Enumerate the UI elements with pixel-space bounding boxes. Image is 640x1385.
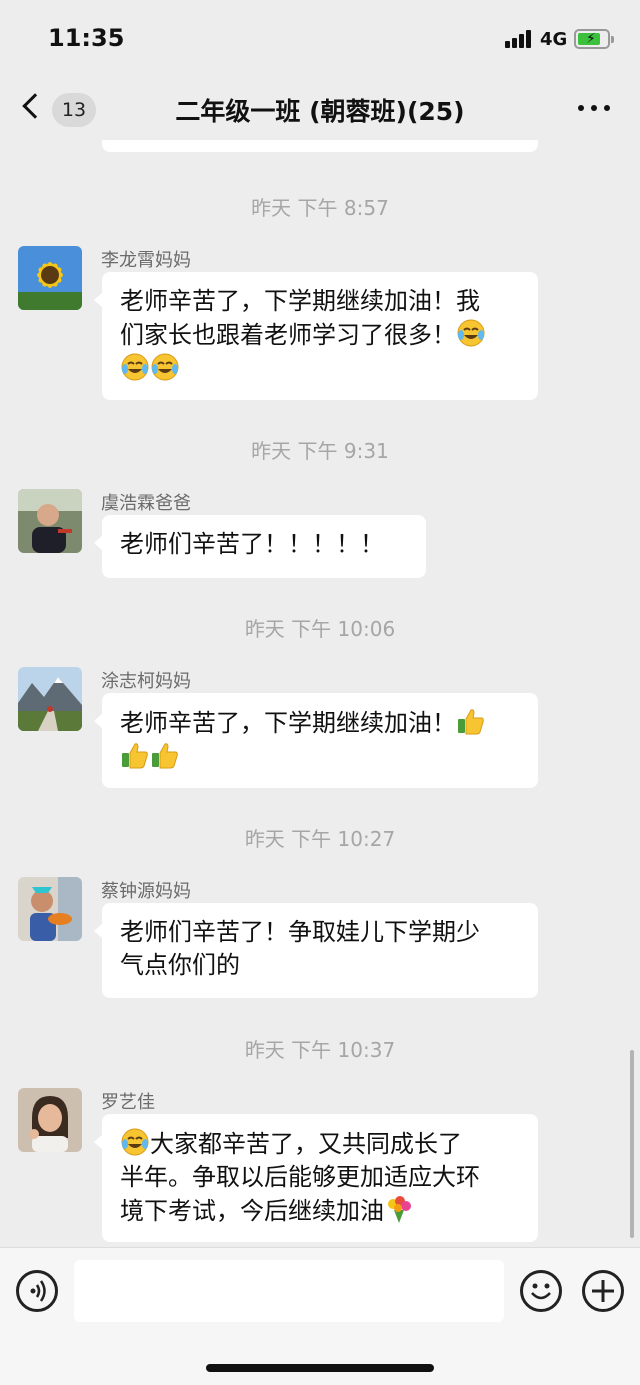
laugh-cry-emoji-icon (151, 353, 179, 381)
message-timestamp: 昨天 下午 10:37 (244, 1038, 396, 1062)
message-text-line: 们家长也跟着老师学习了很多！ (120, 321, 456, 349)
message-bubble[interactable]: 老师们辛苦了！争取娃儿下学期少 气点你们的 (94, 903, 538, 998)
message-text-line: 气点你们的 (120, 951, 240, 979)
laugh-cry-emoji-icon (121, 353, 149, 381)
message-text-line: 境下考试，今后继续加油 (120, 1197, 384, 1225)
message-timestamp: 昨天 下午 10:27 (244, 827, 396, 851)
home-indicator[interactable] (206, 1364, 434, 1372)
message-bubble[interactable]: 老师辛苦了，下学期继续加油！我 们家长也跟着老师学习了很多！ (94, 272, 538, 400)
more-actions-button[interactable] (582, 1270, 624, 1312)
message-timestamp: 昨天 下午 10:06 (244, 617, 396, 641)
message-text-line: 老师们辛苦了！争取娃儿下学期少 (120, 918, 480, 946)
sender-name: 李龙霄妈妈 (101, 250, 191, 271)
message-bubble[interactable]: 大家都辛苦了，又共同成长了 半年。争取以后能够更加适应大环 境下考试，今后继续加… (94, 1114, 538, 1242)
chat-header: 13 二年级一班 (朝蓉班)(25) (0, 78, 640, 140)
child-with-bowl-avatar[interactable] (18, 877, 82, 941)
sender-name: 涂志柯妈妈 (101, 671, 191, 692)
laugh-cry-emoji-icon (121, 1128, 149, 1156)
voice-input-button[interactable] (16, 1270, 58, 1312)
mountain-photo-avatar[interactable] (18, 667, 82, 731)
child-photo-avatar[interactable] (18, 489, 82, 553)
message-text-line: 老师们辛苦了！！！！！ (120, 530, 384, 558)
girl-photo-avatar[interactable] (18, 1088, 82, 1152)
smiley-icon (531, 1283, 551, 1300)
message-bubble[interactable]: 老师们辛苦了！！！！！ (94, 515, 426, 578)
sunflower-avatar[interactable] (18, 246, 82, 310)
sender-name: 虞浩霖爸爸 (101, 493, 191, 514)
previous-message-bubble (102, 140, 538, 152)
chat-message-list[interactable]: 昨天 下午 8:57 李龙霄妈妈 老师辛苦了，下学期继续加油！我 们家长也跟着老… (0, 140, 640, 1247)
message-text-line: 老师辛苦了，下学期继续加油！ (120, 709, 456, 737)
message-input-bar (0, 1247, 640, 1385)
message-timestamp: 昨天 下午 9:31 (251, 439, 389, 463)
laugh-cry-emoji-icon (457, 319, 485, 347)
bouquet-emoji-icon (388, 1196, 411, 1223)
thumbs-up-emoji-icon (458, 709, 484, 735)
thumbs-up-emoji-icon (152, 743, 178, 769)
chat-title: 二年级一班 (朝蓉班)(25) (175, 97, 465, 126)
more-options-button[interactable] (578, 100, 614, 114)
emoji-picker-button[interactable] (520, 1270, 562, 1312)
battery-charging-icon: ⚡ (574, 29, 614, 49)
message-text-line: 半年。争取以后能够更加适应大环 (120, 1163, 480, 1191)
voice-wave-icon (30, 1280, 46, 1302)
message-bubble[interactable]: 老师辛苦了，下学期继续加油！ (94, 693, 538, 788)
thumbs-up-emoji-icon (122, 743, 148, 769)
message-timestamp: 昨天 下午 8:57 (251, 196, 389, 220)
plus-icon (592, 1280, 614, 1302)
message-input[interactable] (74, 1260, 504, 1322)
cellular-signal-icon (505, 30, 533, 48)
message-text-line: 大家都辛苦了，又共同成长了 (150, 1130, 462, 1158)
chat-scrollbar[interactable] (630, 1050, 634, 1238)
status-time: 11:35 (48, 24, 125, 52)
sender-name: 蔡钟源妈妈 (101, 881, 191, 902)
sender-name: 罗艺佳 (101, 1092, 155, 1113)
status-bar: 11:35 4G ⚡ (0, 0, 640, 78)
network-type: 4G (540, 29, 568, 50)
message-text-line: 老师辛苦了，下学期继续加油！我 (120, 287, 480, 315)
